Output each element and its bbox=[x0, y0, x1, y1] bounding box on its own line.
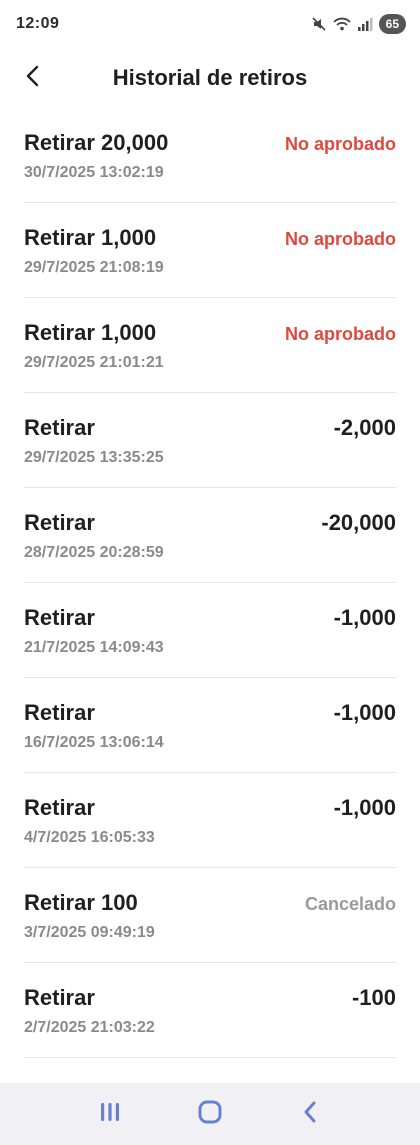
withdrawal-date: 2/7/2025 21:03:22 bbox=[24, 1019, 155, 1036]
withdrawal-label: Retirar bbox=[24, 700, 95, 725]
back-icon bbox=[301, 1100, 319, 1129]
withdrawal-list: Retirar 20,000 30/7/2025 13:02:19 No aprob… bbox=[0, 108, 420, 1058]
withdrawal-label: Retirar bbox=[24, 415, 95, 440]
withdrawal-label: Retirar 20,000 bbox=[24, 130, 169, 155]
recents-button[interactable] bbox=[86, 1090, 134, 1138]
withdrawal-row[interactable]: Retirar 29/7/2025 13:35:25 -2,000 bbox=[24, 393, 396, 488]
withdrawal-date: 29/7/2025 13:35:25 bbox=[24, 449, 164, 466]
withdrawal-amount: -1,000 bbox=[333, 700, 396, 725]
withdrawal-amount: -1,000 bbox=[333, 605, 396, 630]
battery-icon: 65 bbox=[378, 14, 406, 34]
withdrawal-amount: -1,000 bbox=[333, 795, 396, 820]
withdrawal-row[interactable]: Retirar 21/7/2025 14:09:43 -1,000 bbox=[24, 583, 396, 678]
signal-icon bbox=[357, 16, 373, 32]
page-title: Historial de retiros bbox=[112, 65, 308, 90]
withdrawal-date: 28/7/2025 20:28:59 bbox=[24, 544, 164, 561]
status-icons: 65 bbox=[311, 14, 406, 34]
withdrawal-date: 3/7/2025 09:49:19 bbox=[24, 924, 155, 941]
withdrawal-status: No aprobado bbox=[285, 324, 396, 344]
withdrawal-label: Retirar bbox=[24, 795, 95, 820]
withdrawal-row[interactable]: Retirar 28/7/2025 20:28:59 -20,000 bbox=[24, 488, 396, 583]
withdrawal-status: No aprobado bbox=[285, 134, 396, 154]
recents-icon bbox=[98, 1100, 122, 1129]
withdrawal-label: Retirar 1,000 bbox=[24, 225, 157, 250]
withdrawal-label: Retirar bbox=[24, 985, 95, 1010]
system-nav-bar bbox=[0, 1083, 420, 1145]
withdrawal-status: Cancelado bbox=[304, 894, 396, 914]
withdrawal-row[interactable]: Retirar 16/7/2025 13:06:14 -1,000 bbox=[24, 678, 396, 773]
status-bar: 12:09 65 bbox=[0, 0, 420, 52]
withdrawal-label: Retirar 1,000 bbox=[24, 320, 157, 345]
home-button[interactable] bbox=[186, 1090, 234, 1138]
withdrawal-status: No aprobado bbox=[285, 229, 396, 249]
withdrawal-date: 4/7/2025 16:05:33 bbox=[24, 829, 155, 846]
withdrawal-row[interactable]: Retirar 4/7/2025 16:05:33 -1,000 bbox=[24, 773, 396, 868]
withdrawal-row[interactable]: Retirar 2/7/2025 21:03:22 -100 bbox=[24, 963, 396, 1058]
withdrawal-date: 30/7/2025 13:02:19 bbox=[24, 164, 164, 181]
withdrawal-amount: -20,000 bbox=[321, 510, 396, 535]
withdrawal-date: 21/7/2025 14:09:43 bbox=[24, 639, 164, 656]
withdrawal-date: 29/7/2025 21:08:19 bbox=[24, 259, 164, 276]
mute-icon bbox=[311, 16, 327, 32]
status-time: 12:09 bbox=[16, 15, 60, 32]
withdrawal-amount: -100 bbox=[351, 985, 396, 1010]
home-icon bbox=[197, 1099, 223, 1130]
nav-back-button[interactable] bbox=[286, 1090, 334, 1138]
withdrawal-label: Retirar 100 bbox=[24, 890, 138, 915]
withdrawal-date: 16/7/2025 13:06:14 bbox=[24, 734, 164, 751]
withdrawal-amount: -2,000 bbox=[333, 415, 396, 440]
withdrawal-row[interactable]: Retirar 1,000 29/7/2025 21:08:19 No aproba… bbox=[24, 203, 396, 298]
wifi-icon bbox=[332, 16, 351, 32]
withdrawal-row[interactable]: Retirar 20,000 30/7/2025 13:02:19 No aprob… bbox=[24, 108, 396, 203]
app-header: Historial de retiros bbox=[0, 52, 420, 104]
withdrawal-row[interactable]: Retirar 1,000 29/7/2025 21:01:21 No aproba… bbox=[24, 298, 396, 393]
withdrawal-row[interactable]: Retirar 100 3/7/2025 09:49:19 Cancelado bbox=[24, 868, 396, 963]
withdrawal-label: Retirar bbox=[24, 605, 95, 630]
withdrawal-label: Retirar bbox=[24, 510, 95, 535]
withdrawal-date: 29/7/2025 21:01:21 bbox=[24, 354, 164, 371]
